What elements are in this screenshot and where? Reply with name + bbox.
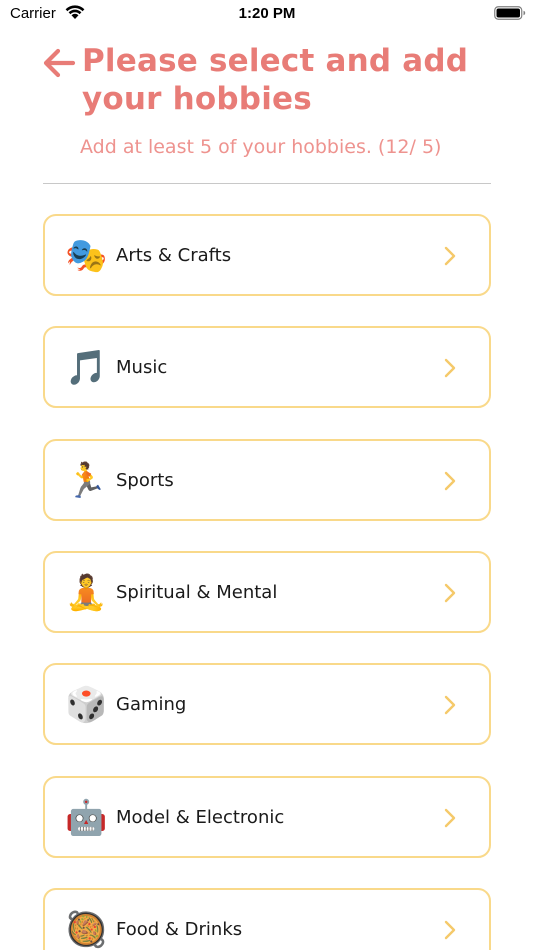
back-arrow-icon[interactable] — [42, 46, 76, 80]
hobby-item[interactable]: 🏃 Sports — [43, 438, 491, 521]
hobby-item[interactable]: 🎭 Arts & Crafts — [43, 214, 491, 296]
status-bar: Carrier 1:20 PM — [0, 0, 534, 28]
paella-pan-icon: 🥘 — [65, 910, 108, 949]
chevron-right-icon — [444, 359, 456, 378]
chevron-right-icon — [444, 246, 456, 266]
hobby-label: Gaming — [116, 694, 187, 716]
hobby-label: Arts & Crafts — [116, 245, 232, 266]
page-subtitle: Add at least 5 of your hobbies. (12/ 5) — [80, 136, 442, 158]
divider — [43, 183, 491, 184]
hobby-item[interactable]: 🧘 Spiritual & Mental — [43, 550, 491, 633]
performing-arts-masks-icon: 🎭 — [65, 237, 108, 275]
chevron-right-icon — [444, 583, 456, 603]
hobby-label: Music — [116, 357, 168, 379]
battery-icon — [494, 6, 526, 20]
chevron-right-icon — [444, 808, 456, 827]
hobby-item[interactable]: 🎲 Gaming — [43, 663, 491, 746]
robot-icon: 🤖 — [65, 798, 108, 837]
hobby-item[interactable]: 🎵 Music — [43, 326, 491, 409]
dice-icon: 🎲 — [65, 686, 108, 725]
hobby-item[interactable]: 🤖 Model & Electronic — [43, 775, 491, 858]
person-in-lotus-position-icon: 🧘 — [65, 573, 108, 612]
hobby-label: Model & Electronic — [116, 806, 285, 828]
running-person-icon: 🏃 — [65, 461, 108, 500]
hobby-item[interactable]: 🥘 Food & Drinks — [43, 887, 491, 950]
clock: 1:20 PM — [238, 5, 296, 22]
hobby-label: Food & Drinks — [116, 918, 243, 940]
chevron-right-icon — [444, 920, 456, 939]
hobby-label: Spiritual & Mental — [116, 581, 278, 603]
hobby-label: Sports — [116, 469, 174, 491]
chevron-right-icon — [444, 471, 456, 490]
page-title: Please select and add your hobbies — [82, 43, 469, 117]
chevron-right-icon — [444, 695, 456, 715]
musical-note-icon: 🎵 — [65, 349, 108, 388]
